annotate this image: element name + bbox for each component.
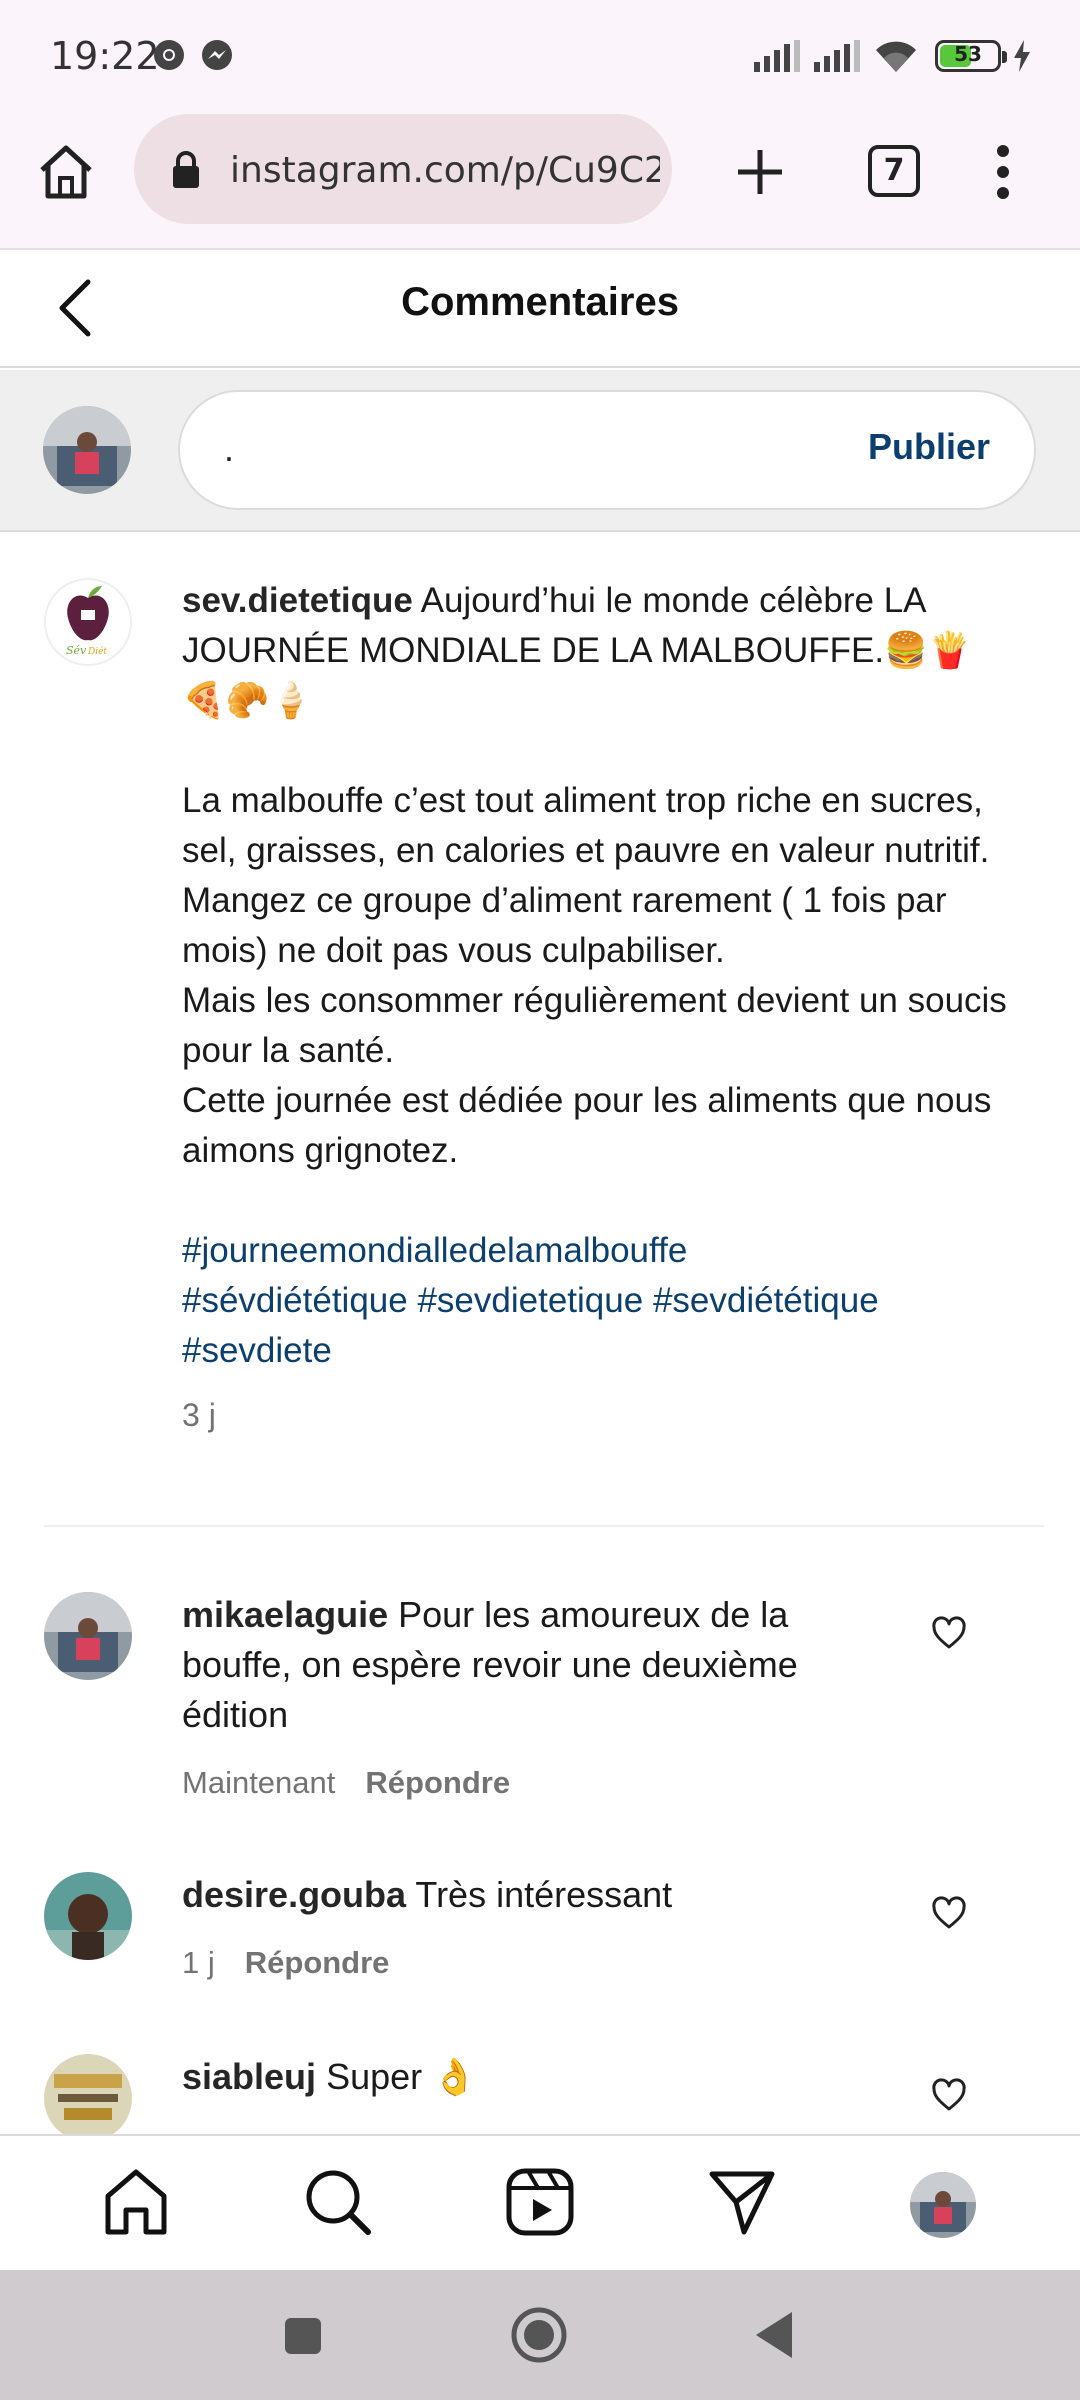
hashtag-link[interactable]: #sévdiététique [182, 1281, 408, 1320]
chrome-icon [152, 38, 186, 77]
hashtag-link[interactable]: #journeemondialledelamalbouffe [182, 1231, 687, 1270]
comments-header: Commentaires [0, 250, 1080, 368]
svg-text:Diét: Diét [87, 646, 107, 657]
battery-level: 53 [954, 42, 982, 66]
clock: 19:22 [50, 34, 160, 78]
hashtag-link[interactable]: #sevdiététique [653, 1281, 879, 1320]
direct-message-icon[interactable] [706, 2166, 778, 2238]
comment-meta: 1 j Répondre [182, 1938, 882, 1988]
battery-icon: 53 [935, 40, 1007, 72]
avatar[interactable] [44, 2054, 132, 2134]
comment-body: desire.gouba Très intéressant 1 j Répondr… [182, 1870, 882, 1988]
bottom-navigation [0, 2134, 1080, 2270]
browser-toolbar: instagram.com/p/Cu9C2a 7 [0, 110, 1080, 250]
home-icon[interactable] [36, 144, 96, 205]
charging-icon [1012, 40, 1032, 77]
address-bar[interactable]: instagram.com/p/Cu9C2a [134, 114, 672, 224]
post-caption: Sév Diét sev.dietetique Aujourd’hui le mo… [0, 532, 1080, 1528]
search-icon[interactable] [302, 2166, 374, 2238]
avatar [43, 406, 131, 494]
post-timestamp: 3 j [182, 1397, 216, 1433]
comment-timestamp: Maintenant [182, 1765, 336, 1800]
comment-text: Super 👌 [316, 2056, 477, 2097]
caption-username[interactable]: sev.dietetique [182, 581, 413, 620]
comment-timestamp: 1 j [182, 1945, 215, 1980]
hashtag-link[interactable]: #sevdietetique [417, 1281, 643, 1320]
publish-button[interactable]: Publier [868, 426, 990, 468]
comment-input[interactable]: . Publier [178, 390, 1036, 510]
comment-item: desire.gouba Très intéressant 1 j Répondr… [0, 1870, 1080, 1990]
heart-icon[interactable] [931, 1896, 967, 1930]
comment-username[interactable]: desire.gouba [182, 1874, 406, 1915]
comment-item: siableuj Super 👌 [0, 2052, 1080, 2134]
home-circle-icon[interactable] [510, 2306, 568, 2369]
comment-input-value: . [224, 428, 235, 469]
lock-icon [170, 150, 202, 195]
comment-text: Très intéressant [406, 1874, 673, 1915]
page-title: Commentaires [401, 280, 679, 324]
comment-meta: Maintenant Répondre [182, 1758, 882, 1808]
new-tab-icon[interactable] [736, 148, 784, 201]
comment-username[interactable]: mikaelaguie [182, 1594, 388, 1635]
caption-paragraph: La malbouffe c’est tout aliment trop ric… [182, 781, 990, 870]
comment-body: mikaelaguie Pour les amoureux de la bouf… [182, 1590, 882, 1808]
heart-icon[interactable] [931, 1616, 967, 1650]
tab-switcher-button[interactable]: 7 [868, 145, 920, 197]
caption-text: sev.dietetique Aujourd’hui le monde célè… [182, 576, 1012, 1440]
svg-text:Sév: Sév [66, 644, 87, 657]
comment-username[interactable]: siableuj [182, 2056, 316, 2097]
more-menu-icon[interactable] [994, 144, 1012, 205]
url-text: instagram.com/p/Cu9C2a [230, 150, 660, 191]
recents-icon[interactable] [283, 2316, 323, 2361]
home-icon[interactable] [100, 2166, 172, 2238]
caption-emojis: 🍔🍟 [884, 631, 972, 670]
signal-icon-2 [812, 40, 862, 77]
avatar[interactable] [44, 1872, 132, 1960]
wifi-icon [872, 38, 920, 79]
comment-body: siableuj Super 👌 [182, 2052, 882, 2102]
back-triangle-icon[interactable] [754, 2310, 794, 2365]
system-navigation-bar [0, 2270, 1080, 2400]
caption-paragraph: Mais les consommer régulièrement devient… [182, 981, 1007, 1070]
caption-emojis: 🍕🥐🍦 [182, 681, 313, 720]
reply-button[interactable]: Répondre [245, 1945, 390, 1980]
messenger-icon [200, 38, 234, 77]
hashtag-link[interactable]: #sevdiete [182, 1331, 332, 1370]
avatar[interactable] [44, 1592, 132, 1680]
avatar[interactable]: Sév Diét [44, 578, 132, 666]
comment-composer: . Publier [0, 370, 1080, 532]
reply-button[interactable]: Répondre [365, 1765, 510, 1800]
status-bar: 19:22 53 [0, 0, 1080, 110]
comment-item: mikaelaguie Pour les amoureux de la bouf… [0, 1590, 1080, 1800]
heart-icon[interactable] [931, 2078, 967, 2112]
divider [44, 1525, 1044, 1527]
signal-icon-1 [752, 40, 802, 77]
caption-paragraph: Cette journée est dédiée pour les alimen… [182, 1081, 992, 1170]
caption-paragraph: Mangez ce groupe d’aliment rarement ( 1 … [182, 881, 947, 970]
reels-icon[interactable] [504, 2166, 576, 2238]
profile-avatar[interactable] [910, 2172, 976, 2238]
